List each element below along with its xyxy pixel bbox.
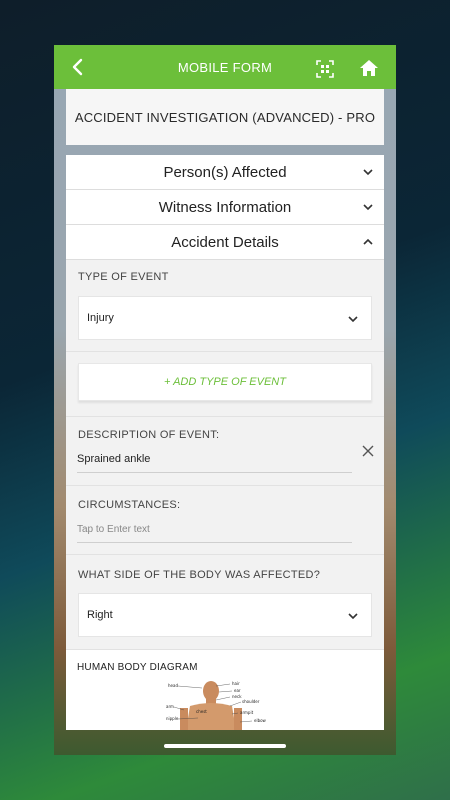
diagram-part-label: hair (232, 681, 240, 686)
type-of-event-select[interactable]: Injury (78, 296, 372, 340)
form-title: ACCIDENT INVESTIGATION (ADVANCED) - PRO (66, 89, 384, 145)
description-field[interactable]: Sprained ankle (77, 453, 150, 465)
clear-icon[interactable] (361, 444, 375, 458)
section-label: Accident Details (171, 233, 279, 251)
circumstances-field[interactable]: Tap to Enter text (77, 524, 150, 535)
circumstances-label: CIRCUMSTANCES: (78, 499, 181, 511)
diagram-part-label: arm (166, 704, 174, 709)
section-persons-affected[interactable]: Person(s) Affected (66, 155, 384, 190)
home-icon[interactable] (359, 59, 379, 77)
description-label: DESCRIPTION OF EVENT: (78, 429, 220, 441)
chevron-up-icon (363, 238, 373, 245)
type-of-event-label: TYPE OF EVENT (78, 271, 169, 283)
circumstances-underline (77, 542, 352, 543)
diagram-part-label: nipple (166, 716, 179, 721)
body-side-value: Right (87, 609, 113, 621)
diagram-part-label: elbow (254, 718, 267, 723)
form-card: Person(s) Affected Witness Information A… (66, 155, 384, 730)
chevron-down-icon (348, 613, 358, 620)
description-underline (77, 472, 352, 473)
section-label: Person(s) Affected (163, 163, 287, 181)
app-title: MOBILE FORM (177, 59, 273, 75)
qr-scan-icon[interactable] (316, 60, 334, 78)
chevron-down-icon (363, 169, 373, 176)
section-accident-details[interactable]: Accident Details (66, 225, 384, 260)
body-side-label: WHAT SIDE OF THE BODY WAS AFFECTED? (78, 569, 321, 581)
chevron-down-icon (363, 204, 373, 211)
diagram-part-label: head (168, 683, 178, 688)
divider (66, 554, 384, 555)
body-side-select[interactable]: Right (78, 593, 372, 637)
diagram-part-label: shoulder (242, 699, 260, 704)
diagram-part-label: ear (234, 688, 241, 693)
add-type-of-event-button[interactable]: + ADD TYPE OF EVENT (78, 363, 372, 401)
human-body-diagram[interactable]: head hair ear neck shoulder arm chest ar… (166, 678, 296, 730)
type-of-event-value: Injury (87, 312, 114, 324)
section-label: Witness Information (158, 198, 292, 216)
diagram-part-label: neck (232, 694, 242, 699)
top-app-bar: MOBILE FORM (54, 45, 396, 89)
diagram-part-label: armpit (240, 710, 254, 715)
section-witness-information[interactable]: Witness Information (66, 190, 384, 225)
chevron-down-icon (348, 316, 358, 323)
body-diagram-panel: HUMAN BODY DIAGRAM head hair ear neck sh… (66, 650, 384, 730)
divider (66, 485, 384, 486)
body-diagram-label: HUMAN BODY DIAGRAM (77, 662, 198, 673)
diagram-part-label: chest (196, 709, 207, 714)
divider (66, 351, 384, 352)
divider (66, 416, 384, 417)
phone-screen: MOBILE FORM ACCIDENT INVESTIGATION (ADVA… (54, 45, 396, 755)
home-indicator (164, 744, 286, 748)
